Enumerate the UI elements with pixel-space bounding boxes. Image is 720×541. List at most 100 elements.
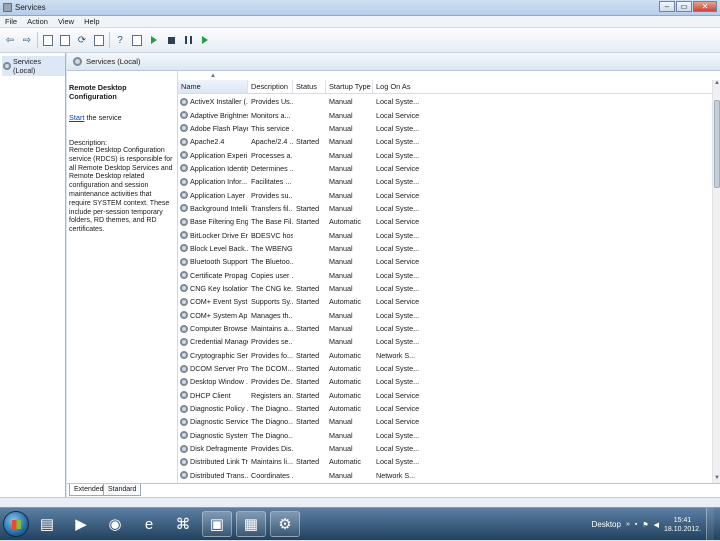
toolbar-separator	[37, 32, 38, 48]
table-row[interactable]: Application Layer ... Provides su... Manua…	[178, 188, 718, 201]
table-row[interactable]: DCOM Server Pro... The DCOM... Started Auto…	[178, 362, 718, 375]
media-player-icon[interactable]: ▶	[66, 511, 96, 537]
table-row[interactable]: ActiveX Installer (... Provides Us... Manu…	[178, 95, 718, 108]
table-row[interactable]: Background Intelli... Transfers fil... Sta…	[178, 202, 718, 215]
start-service-icon[interactable]	[147, 33, 161, 47]
service-description: Copies user ...	[251, 270, 293, 280]
table-row[interactable]: CNG Key Isolation The CNG ke... Started Man…	[178, 282, 718, 295]
table-row[interactable]: Adaptive Brightness Monitors a... Manual Lo…	[178, 108, 718, 121]
service-name-cell: Application Experi...	[178, 151, 248, 160]
show-hide-console-tree-icon[interactable]	[41, 33, 55, 47]
forward-arrow-icon[interactable]: ⇨	[20, 33, 34, 47]
table-row[interactable]: Adobe Flash Playe...This service ... Manu…	[178, 122, 718, 135]
description-label: Description:	[69, 138, 107, 147]
clock[interactable]: 15:41 18.10.2012.	[664, 516, 701, 534]
network-icon[interactable]: ▪	[635, 521, 637, 528]
table-row[interactable]: Diagnostic System ...The Diagno... Manual…	[178, 429, 718, 442]
restart-service-icon[interactable]	[198, 33, 212, 47]
menu-help[interactable]: Help	[84, 16, 99, 27]
volume-icon[interactable]: ◀	[654, 521, 659, 529]
table-row[interactable]: COM+ System Ap... Manages th... Manual Loca…	[178, 309, 718, 322]
table-row[interactable]: Application Experi... Processes a... Manua…	[178, 148, 718, 161]
service-description: Provides fo...	[251, 350, 293, 360]
service-name: Cryptographic Ser...	[190, 350, 248, 360]
table-row[interactable]: Distributed Link Tr... Maintains li... Sta…	[178, 455, 718, 468]
table-row[interactable]: Desktop Window ... Provides De... Started A…	[178, 375, 718, 388]
table-row[interactable]: Application Infor... Facilitates ... Manua…	[178, 175, 718, 188]
tab-standard[interactable]: Standard	[103, 484, 142, 496]
export-list-icon[interactable]	[92, 33, 106, 47]
table-row[interactable]: Certificate Propag... Copies user ... Manu…	[178, 268, 718, 281]
service-startup-type: Manual	[329, 123, 353, 133]
table-row[interactable]: COM+ Event Syst... Supports Sy... Started A…	[178, 295, 718, 308]
service-status: Started	[296, 377, 320, 387]
service-name-cell: COM+ System Ap...	[178, 311, 248, 320]
column-header-log-on-as[interactable]: Log On As	[373, 80, 718, 93]
scroll-up-icon[interactable]: ▲	[713, 80, 720, 88]
table-row[interactable]: Disk Defragmenter Provides Dis... Manual Lo…	[178, 442, 718, 455]
internet-explorer-icon[interactable]: e	[134, 511, 164, 537]
close-button[interactable]: ✕	[693, 1, 717, 12]
services-gear-icon[interactable]: ⚙	[270, 511, 300, 537]
vertical-scrollbar[interactable]: ▲ ▼	[712, 80, 720, 483]
start-service-rest: the service	[84, 113, 122, 122]
start-service-link[interactable]: Start	[69, 113, 84, 122]
minimize-button[interactable]: –	[659, 1, 675, 12]
help-icon[interactable]: ?	[113, 33, 127, 47]
pane-header: Services (Local)	[67, 53, 720, 71]
table-row[interactable]: Distributed Trans...Coordinates ... Manua…	[178, 469, 718, 482]
service-log-on-as: Local Syste...	[376, 230, 420, 240]
service-name: COM+ Event Syst...	[190, 297, 248, 307]
service-description: Monitors a...	[251, 110, 291, 120]
table-row[interactable]: DHCP Client Registers an... Started Automat…	[178, 389, 718, 402]
table-row[interactable]: Diagnostic Policy ... The Diagno... Starte…	[178, 402, 718, 415]
service-name-cell: Diagnostic System ...	[178, 431, 248, 440]
menu-file[interactable]: File	[5, 16, 17, 27]
back-arrow-icon[interactable]: ⇦	[3, 33, 17, 47]
table-row[interactable]: Base Filtering Engi...The Base Fil...Sta…	[178, 215, 718, 228]
column-header-status[interactable]: Status	[293, 80, 326, 93]
service-startup-type: Manual	[329, 203, 353, 213]
service-description: The WBENG...	[251, 243, 293, 253]
chevron-icon[interactable]: »	[626, 521, 630, 528]
column-headers: Name Description Status Startup Type Log…	[178, 80, 718, 94]
column-header-name[interactable]: Name	[178, 80, 248, 93]
action-pane-icon[interactable]	[130, 33, 144, 47]
table-row[interactable]: Computer Browser Maintains a... Started Man…	[178, 322, 718, 335]
menu-action[interactable]: Action	[27, 16, 48, 27]
service-gear-icon	[180, 97, 188, 106]
properties-icon[interactable]	[58, 33, 72, 47]
outlook-icon[interactable]: ▦	[236, 511, 266, 537]
table-row[interactable]: Apache2.4 Apache/2.4 ... Started Manual Loca…	[178, 135, 718, 148]
powerpoint-icon[interactable]: ▣	[202, 511, 232, 537]
firefox-icon[interactable]: ◉	[100, 511, 130, 537]
column-header-startup-type[interactable]: Startup Type	[326, 80, 373, 93]
desktop-toolbar-label[interactable]: Desktop	[592, 520, 621, 529]
tree-item-services-local[interactable]: Services (Local)	[2, 56, 65, 76]
table-row[interactable]: Bluetooth Support ...The Bluetoo... Manua…	[178, 255, 718, 268]
table-row[interactable]: BitLocker Drive En...BDESVC hos... Manual…	[178, 228, 718, 241]
column-header-description[interactable]: Description	[248, 80, 293, 93]
start-button[interactable]	[3, 511, 29, 537]
service-log-on-as: Local Syste...	[376, 270, 420, 280]
scroll-down-icon[interactable]: ▼	[713, 475, 720, 483]
service-name: Credential Manager	[190, 337, 248, 347]
acrobat-icon[interactable]: ⌘	[168, 511, 198, 537]
table-row[interactable]: Cryptographic Ser... Provides fo... Starte…	[178, 349, 718, 362]
show-desktop-button[interactable]	[706, 508, 714, 541]
maximize-button[interactable]: ▭	[676, 1, 692, 12]
table-row[interactable]: Credential Manager Provides se... Manual Lo…	[178, 335, 718, 348]
flag-icon[interactable]: ⚑	[642, 521, 648, 529]
table-row[interactable]: Diagnostic Service...The Diagno...Starte…	[178, 415, 718, 428]
menu-view[interactable]: View	[58, 16, 74, 27]
pause-service-icon[interactable]	[181, 33, 195, 47]
service-log-on-as: Local Syste...	[376, 337, 420, 347]
table-row[interactable]: Block Level Back...The WBENG... Manual Loc…	[178, 242, 718, 255]
service-log-on-as: Local Syste...	[376, 137, 420, 147]
scrollbar-thumb[interactable]	[714, 100, 720, 188]
table-row[interactable]: Application Identity Determines ... Manual…	[178, 162, 718, 175]
refresh-icon[interactable]: ⟳	[75, 33, 89, 47]
clock-date: 18.10.2012.	[664, 525, 701, 533]
stop-service-icon[interactable]	[164, 33, 178, 47]
folder-icon[interactable]: ▤	[32, 511, 62, 537]
